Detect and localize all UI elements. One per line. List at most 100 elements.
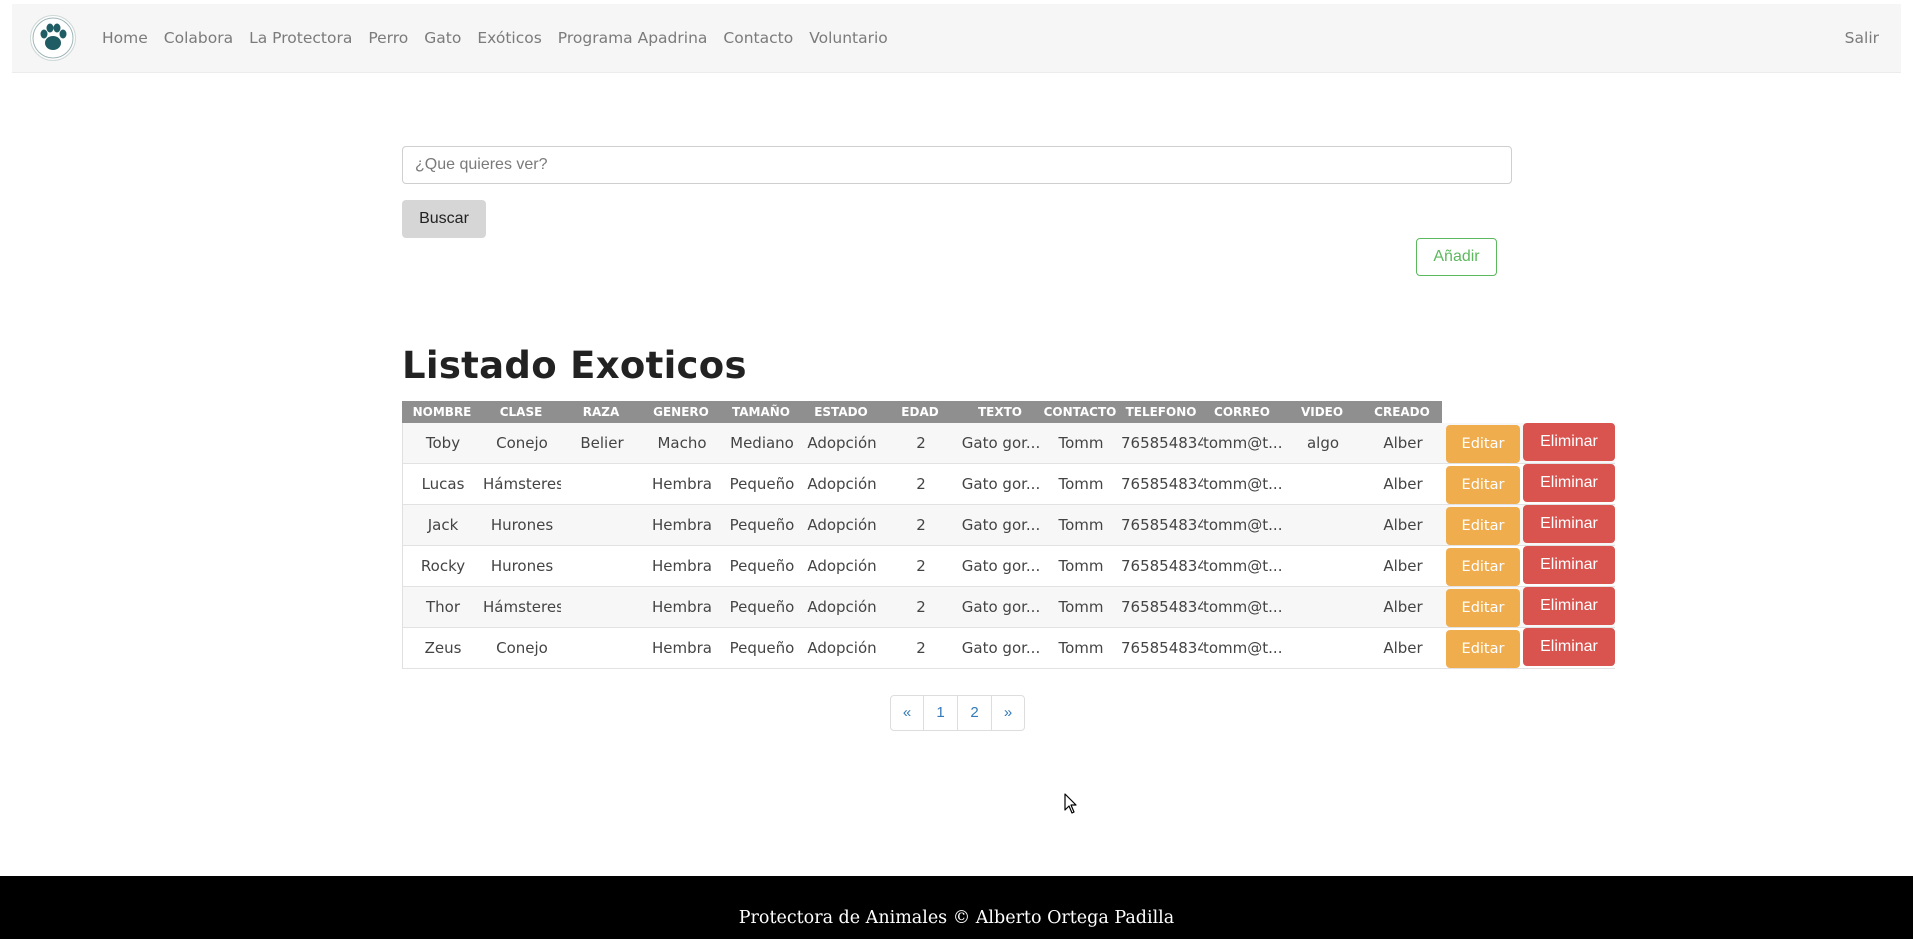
pagination-next[interactable]: » (992, 696, 1024, 730)
cell-raza: Belier (580, 434, 624, 452)
cell-estado: Adopción (807, 475, 877, 493)
cell-nombre: Thor (425, 598, 460, 616)
cell-tamano: Pequeño (729, 557, 795, 575)
column-header-tamano: TAMAÑO (731, 405, 790, 419)
cell-estado: Adopción (807, 557, 877, 575)
pagination-prev[interactable]: « (891, 696, 924, 730)
add-button[interactable]: Añadir (1416, 238, 1497, 276)
cell-correo: tomm@t.... (1203, 516, 1283, 534)
cell-clase: Conejo (496, 639, 548, 657)
cell-edad: 2 (916, 516, 926, 534)
cell-creado: Alber (1383, 434, 1423, 452)
cell-contacto: Tomm (1058, 434, 1104, 452)
cell-estado: Adopción (807, 516, 877, 534)
cell-contacto: Tomm (1058, 475, 1104, 493)
cell-nombre: Jack (427, 516, 459, 534)
pagination-page-2[interactable]: 2 (958, 696, 992, 730)
edit-button[interactable]: Editar (1446, 466, 1520, 504)
column-header-video: VIDEO (1300, 405, 1344, 419)
table-row: Toby Conejo Belier Macho Mediano Adopción 2 Gat… (402, 423, 1615, 464)
cell-texto: Gato gor... (961, 598, 1041, 616)
delete-button[interactable]: Eliminar (1523, 423, 1615, 461)
table-row: Zeus Conejo Hembra Pequeño Adopción 2 Gato gor… (402, 628, 1615, 669)
nav-link-voluntario[interactable]: Voluntario (809, 29, 888, 47)
cell-edad: 2 (916, 475, 926, 493)
cell-nombre: Toby (425, 434, 461, 452)
cell-correo: tomm@t.... (1203, 434, 1283, 452)
cell-raza (561, 587, 643, 627)
nav-link-colabora[interactable]: Colabora (164, 29, 233, 47)
table-body: Toby Conejo Belier Macho Mediano Adopción 2 Gat… (402, 423, 1615, 669)
cell-raza (561, 546, 643, 586)
footer: Protectora de Animales © Alberto Ortega … (0, 876, 1913, 939)
cell-correo: tomm@t.... (1203, 598, 1283, 616)
cell-genero: Hembra (652, 475, 712, 493)
cell-estado: Adopción (807, 434, 877, 452)
cell-telefono: 765854834 (1121, 598, 1203, 616)
pagination-page-1[interactable]: 1 (924, 696, 958, 730)
cell-creado: Alber (1383, 639, 1423, 657)
paw-logo-icon[interactable] (30, 15, 76, 61)
cell-correo: tomm@t.... (1203, 557, 1283, 575)
cell-tamano: Mediano (730, 434, 794, 452)
cell-raza (561, 464, 643, 504)
animals-table: NOMBRE CLASE RAZA GENERO TAMAÑO ESTADO EDAD TEX… (402, 401, 1615, 669)
nav-link-exoticos[interactable]: Exóticos (477, 29, 541, 47)
nav-link-contacto[interactable]: Contacto (723, 29, 793, 47)
column-header-genero: GENERO (653, 405, 709, 419)
table-header: NOMBRE CLASE RAZA GENERO TAMAÑO ESTADO EDAD TEX… (402, 401, 1442, 423)
table-row: Rocky Hurones Hembra Pequeño Adopción 2 Gato g… (402, 546, 1615, 587)
search-input[interactable] (402, 146, 1512, 184)
nav-link-gato[interactable]: Gato (424, 29, 461, 47)
edit-button[interactable]: Editar (1446, 425, 1520, 463)
cell-video (1283, 587, 1363, 627)
column-header-creado: CREADO (1374, 405, 1430, 419)
column-header-edad: EDAD (901, 405, 939, 419)
cell-genero: Hembra (652, 598, 712, 616)
cell-clase: Hámsteres (483, 475, 561, 493)
edit-button[interactable]: Editar (1446, 548, 1520, 586)
cell-creado: Alber (1383, 516, 1423, 534)
edit-button[interactable]: Editar (1446, 589, 1520, 627)
column-header-texto: TEXTO (977, 405, 1023, 419)
delete-button[interactable]: Eliminar (1523, 587, 1615, 625)
cell-contacto: Tomm (1058, 639, 1104, 657)
nav-link-perro[interactable]: Perro (368, 29, 408, 47)
logout-link[interactable]: Salir (1845, 29, 1879, 47)
mouse-cursor-icon (1064, 793, 1077, 814)
nav-link-programa-apadrina[interactable]: Programa Apadrina (558, 29, 708, 47)
cell-correo: tomm@t.... (1203, 639, 1283, 657)
edit-button[interactable]: Editar (1446, 507, 1520, 545)
delete-button[interactable]: Eliminar (1523, 505, 1615, 543)
cell-edad: 2 (916, 598, 926, 616)
column-header-contacto: CONTACTO (1043, 405, 1117, 419)
delete-button[interactable]: Eliminar (1523, 546, 1615, 584)
cell-correo: tomm@t.... (1203, 475, 1283, 493)
cell-contacto: Tomm (1058, 516, 1104, 534)
cell-video: algo (1306, 434, 1340, 452)
cell-telefono: 765854834 (1121, 557, 1203, 575)
navbar: Home Colabora La Protectora Perro Gato E… (12, 4, 1901, 73)
cell-telefono: 765854834 (1121, 639, 1203, 657)
nav-link-la-protectora[interactable]: La Protectora (249, 29, 352, 47)
table-row: Thor Hámsteres Hembra Pequeño Adopción 2 Gato … (402, 587, 1615, 628)
delete-button[interactable]: Eliminar (1523, 464, 1615, 502)
search-button[interactable]: Buscar (402, 200, 486, 238)
cell-tamano: Pequeño (729, 598, 795, 616)
table-row: Lucas Hámsteres Hembra Pequeño Adopción 2 Gato… (402, 464, 1615, 505)
table-row: Jack Hurones Hembra Pequeño Adopción 2 Gato go… (402, 505, 1615, 546)
cell-nombre: Lucas (421, 475, 465, 493)
cell-video (1283, 464, 1363, 504)
cell-nombre: Zeus (424, 639, 462, 657)
cell-raza (561, 628, 643, 668)
page-title: Listado Exoticos (402, 344, 747, 387)
cell-contacto: Tomm (1058, 557, 1104, 575)
cell-tamano: Pequeño (729, 639, 795, 657)
nav-link-home[interactable]: Home (102, 29, 148, 47)
column-header-raza: RAZA (582, 405, 620, 419)
cell-video (1283, 505, 1363, 545)
column-header-telefono: TELEFONO (1125, 405, 1197, 419)
footer-text: Protectora de Animales © Alberto Ortega … (738, 908, 1175, 928)
delete-button[interactable]: Eliminar (1523, 628, 1615, 666)
edit-button[interactable]: Editar (1446, 630, 1520, 668)
